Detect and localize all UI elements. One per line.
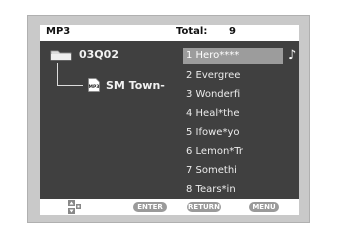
menu-button[interactable]: MENU: [249, 202, 279, 212]
total-label: Total:: [176, 26, 208, 37]
folder-icon: [50, 50, 72, 61]
track-item-2[interactable]: 2 Evergree: [183, 68, 283, 84]
track-item-5[interactable]: 5 Ifowe*yo: [183, 125, 283, 141]
track-item-6[interactable]: 6 Lemon*Tr: [183, 144, 283, 160]
player-bezel: MP3 Total: 9 03Q02 MP3 SM Town- 1 Hero**…: [27, 15, 310, 223]
enter-button[interactable]: ENTER: [133, 202, 167, 212]
track-item-8[interactable]: 8 Tears*in: [183, 182, 283, 198]
up-down-arrows-icon: [68, 200, 81, 214]
mode-label: MP3: [46, 26, 71, 37]
svg-text:MP3: MP3: [89, 84, 100, 90]
total-count: 9: [229, 26, 236, 37]
folder-label: 03Q02: [79, 48, 119, 61]
track-item-4[interactable]: 4 Heal*the: [183, 106, 283, 122]
file-label: SM Town-: [106, 79, 165, 92]
return-button[interactable]: RETURN: [187, 202, 221, 212]
mp3-file-icon: MP3: [88, 78, 100, 92]
tree-connector-vertical: [57, 63, 58, 85]
music-note-icon: ♪: [288, 48, 297, 63]
footer-bar: ENTER RETURN MENU: [40, 199, 299, 215]
tree-connector-horizontal: [57, 85, 83, 86]
track-item-3[interactable]: 3 Wonderfi: [183, 87, 283, 103]
header-bar: MP3 Total: 9: [40, 25, 299, 41]
track-item-1[interactable]: 1 Hero****: [183, 48, 283, 64]
track-item-7[interactable]: 7 Somethi: [183, 163, 283, 179]
player-screen: MP3 Total: 9 03Q02 MP3 SM Town- 1 Hero**…: [40, 25, 299, 215]
